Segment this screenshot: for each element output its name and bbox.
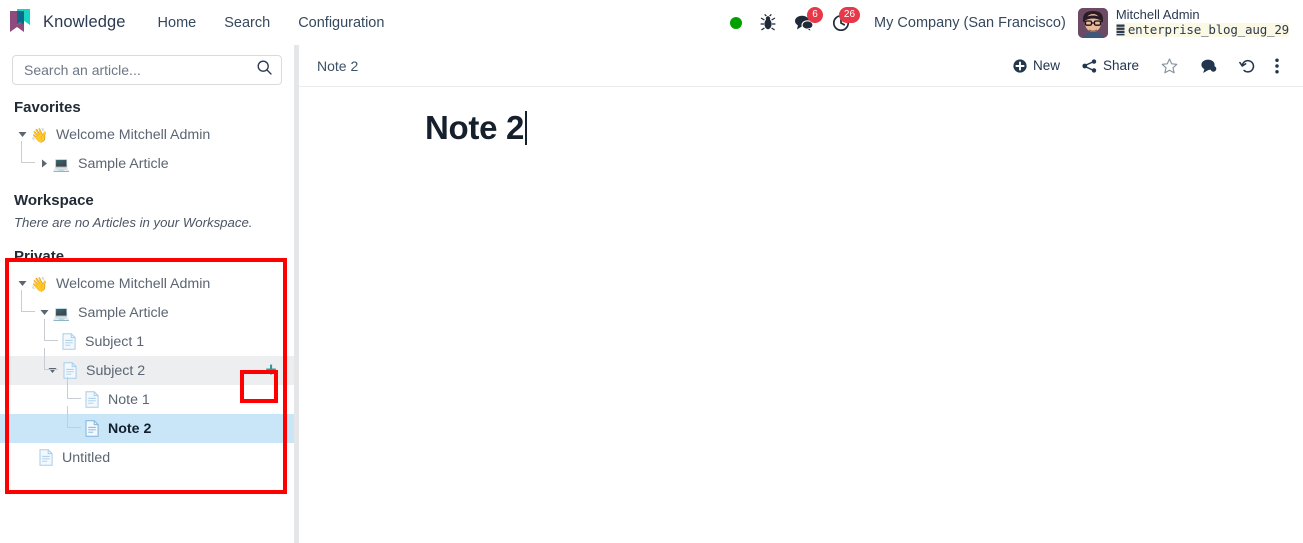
user-name: Mitchell Admin [1115,6,1200,22]
chevron-right-icon[interactable] [36,156,52,172]
sidebar-item-label: Subject 1 [85,333,145,350]
star-icon [1161,57,1178,73]
history-button[interactable] [1228,53,1267,79]
add-child-article-button[interactable]: + [260,360,282,382]
private-tree: 👋 Welcome Mitchell Admin 💻 Sample Articl… [0,269,294,472]
articles-sidebar: Favorites 👋 Welcome Mitchell Admin 💻 Sam… [0,45,294,543]
document-icon [82,420,101,438]
sidebar-search-wrap [0,55,294,85]
search-icon[interactable] [257,60,272,80]
article-action-buttons: New Share [1002,53,1287,79]
chevron-down-icon[interactable] [14,127,30,143]
laptop-emoji: 💻 [52,155,71,172]
favorite-star-button[interactable] [1150,53,1189,79]
sidebar-item-label: Welcome Mitchell Admin [56,126,211,143]
document-icon [82,391,101,409]
brand-name: Knowledge [43,13,126,31]
bug-icon[interactable] [751,8,785,38]
sidebar-item-label: Note 1 [108,391,150,408]
article-title-editor[interactable]: Note 2 [425,109,527,147]
article-body[interactable]: Note 2 [299,87,1303,543]
knowledge-bookmark-icon [8,8,34,38]
navbar-right-cluster: 6 26 My Company (San Francisco) Mitchell… [721,6,1293,38]
search-box[interactable] [12,55,282,85]
workspace-section-title: Workspace [14,192,94,209]
comment-icon [1201,59,1217,73]
share-label: Share [1102,58,1139,73]
search-input[interactable] [24,62,257,78]
database-icon [1116,24,1125,36]
document-icon [60,362,79,380]
article-toolbar: Note 2 New Share [299,45,1303,87]
laptop-emoji: 💻 [52,304,71,321]
nav-item-configuration[interactable]: Configuration [284,9,398,37]
messages-count-badge: 6 [807,6,824,23]
sidebar-item-sample-article[interactable]: 💻 Sample Article [0,290,294,327]
sidebar-item-label: Note 2 [108,420,152,437]
history-icon [1239,59,1255,73]
more-options-button[interactable] [1267,53,1287,79]
online-status-dot[interactable] [721,8,751,38]
database-name: enterprise_blog_aug_29 [1115,21,1289,38]
sidebar-item-note-2[interactable]: Note 2 [0,406,294,443]
waving-hand-emoji: 👋 [30,275,49,292]
workspace-empty-message: There are no Articles in your Workspace. [14,215,253,230]
user-menu[interactable]: Mitchell Admin enterprise_blog_aug_29 [1077,6,1293,38]
activities-count-badge: 26 [838,6,861,23]
breadcrumb[interactable]: Note 2 [317,58,358,74]
page-body: Favorites 👋 Welcome Mitchell Admin 💻 Sam… [0,45,1303,543]
private-section-title: Private [14,248,65,265]
brand-home-link[interactable]: Knowledge [8,8,126,38]
favorites-tree: 👋 Welcome Mitchell Admin 💻 Sample Articl… [0,120,294,178]
chevron-down-icon[interactable] [36,305,52,321]
sidebar-item-note-1[interactable]: Note 1 [0,377,294,414]
plus-circle-icon [1013,58,1027,73]
text-cursor [525,111,527,145]
sidebar-item-welcome-mitchell-admin[interactable]: 👋 Welcome Mitchell Admin [0,269,294,298]
sidebar-item-label: Welcome Mitchell Admin [56,275,211,292]
comments-button[interactable] [1189,53,1228,79]
sidebar-item-label: Sample Article [78,155,169,172]
chevron-down-icon[interactable] [44,363,60,379]
favorites-section-title: Favorites [14,99,81,116]
share-button[interactable]: Share [1071,53,1150,78]
sidebar-item-subject-2[interactable]: Subject 2 + [0,348,294,385]
chevron-down-icon[interactable] [14,276,30,292]
article-title-text: Note 2 [425,109,525,146]
sidebar-item-welcome-mitchell-admin-fav[interactable]: 👋 Welcome Mitchell Admin [0,120,294,149]
sidebar-item-sample-article-fav[interactable]: 💻 Sample Article [0,141,294,178]
sidebar-item-label: Untitled [62,449,111,466]
company-switcher[interactable]: My Company (San Francisco) [860,15,1078,31]
document-icon [59,333,78,351]
new-article-label: New [1032,58,1060,73]
vertical-dots-icon [1275,57,1279,74]
sidebar-item-subject-1[interactable]: Subject 1 [0,319,294,356]
document-icon [36,449,55,467]
top-navbar: Knowledge Home Search Configuration 6 26… [0,0,1303,45]
new-article-button[interactable]: New [1002,53,1071,78]
nav-item-search[interactable]: Search [210,9,284,37]
sidebar-item-label: Sample Article [78,304,169,321]
sidebar-item-untitled[interactable]: Untitled [0,443,294,472]
article-main-panel: Note 2 New Share Note 2 [299,45,1303,543]
messages-button[interactable]: 6 [785,6,824,38]
activities-button[interactable]: 26 [823,6,861,38]
share-icon [1082,58,1097,73]
sidebar-item-label: Subject 2 [86,362,146,379]
nav-item-home[interactable]: Home [144,9,211,37]
waving-hand-emoji: 👋 [30,126,49,143]
main-nav-menu: Home Search Configuration [144,9,399,37]
database-name-text: enterprise_blog_aug_29 [1127,21,1289,37]
user-avatar [1077,7,1108,38]
